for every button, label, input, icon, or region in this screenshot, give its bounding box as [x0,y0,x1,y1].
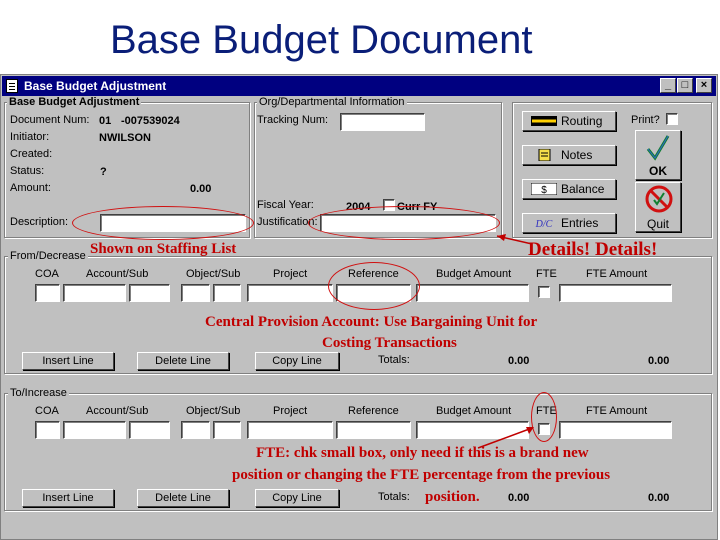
annotation-staffing: Shown on Staffing List [90,241,237,257]
annotation-fte-line1: FTE: chk small box, only need if this is… [256,445,589,461]
details-arrow-head [497,234,506,241]
annotation-details: Details! Details! [528,239,658,260]
annotation-central-line1: Central Provision Account: Use Bargainin… [205,314,538,330]
annotation-fte-line3: position. [425,489,480,505]
annotation-central-line2: Costing Transactions [322,335,457,351]
annotation-fte-line2: position or changing the FTE percentage … [232,467,611,483]
